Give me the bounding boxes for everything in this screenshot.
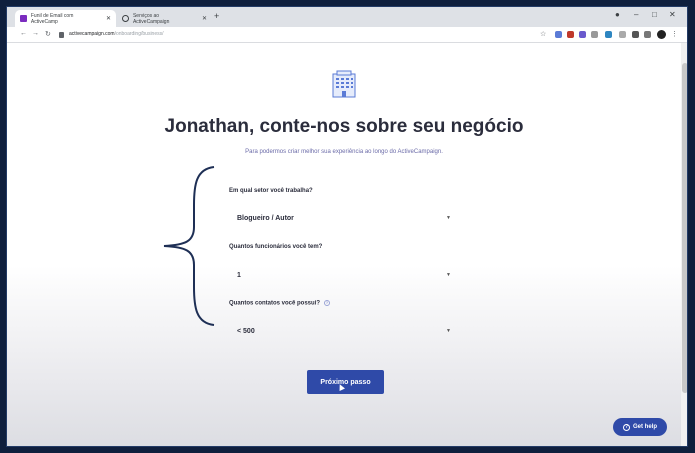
scrollbar[interactable] <box>681 43 687 446</box>
url-domain: activecampaign.com <box>69 31 115 37</box>
tab-servicos[interactable]: Serviços ao ActiveCampaign ✕ <box>117 10 212 27</box>
puzzle-icon[interactable] <box>632 31 639 38</box>
tab-label: Funil de Email com ActiveCamp <box>30 12 74 25</box>
forward-icon[interactable]: → <box>32 30 39 37</box>
employees-label: Quantos funcionários você tem? <box>229 244 323 250</box>
get-help-button[interactable]: ? Get help <box>613 418 667 436</box>
contacts-value: < 500 <box>237 327 255 335</box>
page-subtitle: Para podermos criar melhor sua experiênc… <box>245 149 443 155</box>
reload-icon[interactable]: ↻ <box>45 30 51 38</box>
tab-bar: Funil de Email com ActiveCamp ✕ Serviços… <box>7 7 687 27</box>
help-question-icon[interactable]: ? <box>324 300 331 306</box>
tab-label: Serviços ao ActiveCampaign <box>132 12 170 25</box>
star-icon[interactable]: ☆ <box>540 30 546 38</box>
sector-select[interactable]: Blogueiro / Autor ▼ <box>229 209 459 227</box>
globe-icon <box>122 15 129 22</box>
help-circle-icon: ? <box>622 423 630 431</box>
sector-label: Em qual setor você trabalha? <box>229 188 313 194</box>
address-bar[interactable]: activecampaign.com/onboarding/business/ <box>69 31 164 37</box>
avatar[interactable] <box>657 30 666 39</box>
profile-icon[interactable]: ● <box>615 10 620 19</box>
close-window-icon[interactable]: ✕ <box>669 10 676 19</box>
contacts-label-text: Quantos contatos você possui? <box>229 300 321 307</box>
tab-funil[interactable]: Funil de Email com ActiveCamp ✕ <box>15 10 116 27</box>
chevron-down-icon: ▼ <box>446 328 451 334</box>
employees-value: 1 <box>237 271 241 279</box>
menu-dots-icon[interactable]: ⋮ <box>671 30 678 38</box>
extension-icon[interactable] <box>605 31 612 38</box>
page-title: Jonathan, conte-nos sobre seu negócio <box>164 116 524 137</box>
minimize-icon[interactable]: – <box>634 10 638 19</box>
extension-icon[interactable] <box>555 31 562 38</box>
address-toolbar: ← → ↻ activecampaign.com/onboarding/busi… <box>7 27 687 43</box>
contacts-label: Quantos contatos você possui?? <box>229 300 331 307</box>
chevron-down-icon: ▼ <box>446 272 451 278</box>
extension-icon[interactable] <box>591 31 598 38</box>
close-tab-icon[interactable]: ✕ <box>106 15 111 22</box>
maximize-icon[interactable]: □ <box>652 10 657 19</box>
building-icon <box>332 70 356 98</box>
extension-icon[interactable] <box>644 31 651 38</box>
browser-window: Funil de Email com ActiveCamp ✕ Serviços… <box>6 6 688 447</box>
get-help-label: Get help <box>632 424 657 430</box>
onboarding-page: Jonathan, conte-nos sobre seu negócio Pa… <box>7 43 681 446</box>
back-icon[interactable]: ← <box>20 30 27 37</box>
next-step-button[interactable]: Próximo passo <box>307 370 384 394</box>
chevron-down-icon: ▼ <box>446 215 451 221</box>
employees-select[interactable]: 1 ▼ <box>229 266 459 284</box>
url-path: /onboarding/business/ <box>114 31 164 37</box>
extension-icon[interactable] <box>579 31 586 38</box>
brace-annotation <box>163 166 215 326</box>
new-tab-button[interactable]: + <box>214 11 219 21</box>
lock-icon <box>59 32 64 38</box>
activecampaign-favicon-icon <box>20 15 27 22</box>
extension-icon[interactable] <box>567 31 574 38</box>
contacts-select[interactable]: < 500 ▼ <box>229 322 459 340</box>
close-tab-icon[interactable]: ✕ <box>202 15 207 22</box>
extension-icon[interactable] <box>619 31 626 38</box>
scrollbar-thumb[interactable] <box>682 63 687 393</box>
sector-value: Blogueiro / Autor <box>237 214 294 222</box>
